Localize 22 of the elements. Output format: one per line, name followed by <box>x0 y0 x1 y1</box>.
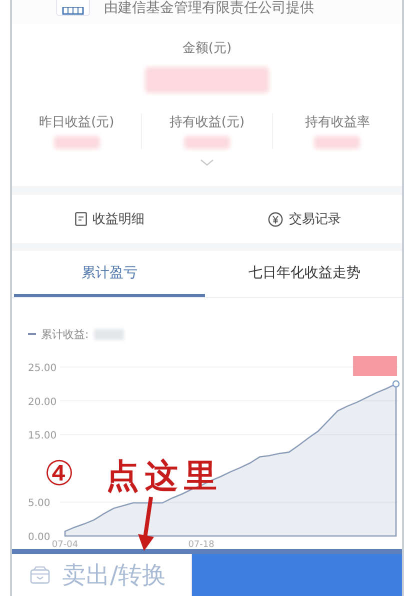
step-number: ④ <box>44 454 74 494</box>
y-axis-label: 0.00 <box>28 532 50 543</box>
data-point <box>392 380 400 388</box>
metric-label: 持有收益率 <box>304 114 370 131</box>
action-button[interactable] <box>192 554 402 596</box>
box-icon <box>30 566 50 584</box>
y-axis-label: 25.00 <box>28 363 57 374</box>
yen-coin-icon <box>268 212 283 226</box>
y-axis-label: 20.00 <box>28 396 57 408</box>
document-icon <box>74 212 86 226</box>
chevron-down-icon[interactable] <box>200 159 214 166</box>
annotation-text: 点这里 <box>106 456 223 496</box>
legend-label: 累计收益: <box>41 326 89 342</box>
y-axis-label: 5.00 <box>28 498 50 510</box>
y-axis-label: 15.00 <box>28 430 57 442</box>
provider-text: 由建信基金管理有限责任公司提供 <box>104 0 314 17</box>
x-axis-label: 07-18 <box>188 540 214 550</box>
x-axis-label: 07-04 <box>52 540 78 550</box>
metric-label: 持有收益(元) <box>169 114 245 131</box>
metric-label: 昨日收益(元) <box>39 114 114 131</box>
amount-label: 金额(元) <box>182 40 232 57</box>
arrow-icon <box>137 496 157 552</box>
